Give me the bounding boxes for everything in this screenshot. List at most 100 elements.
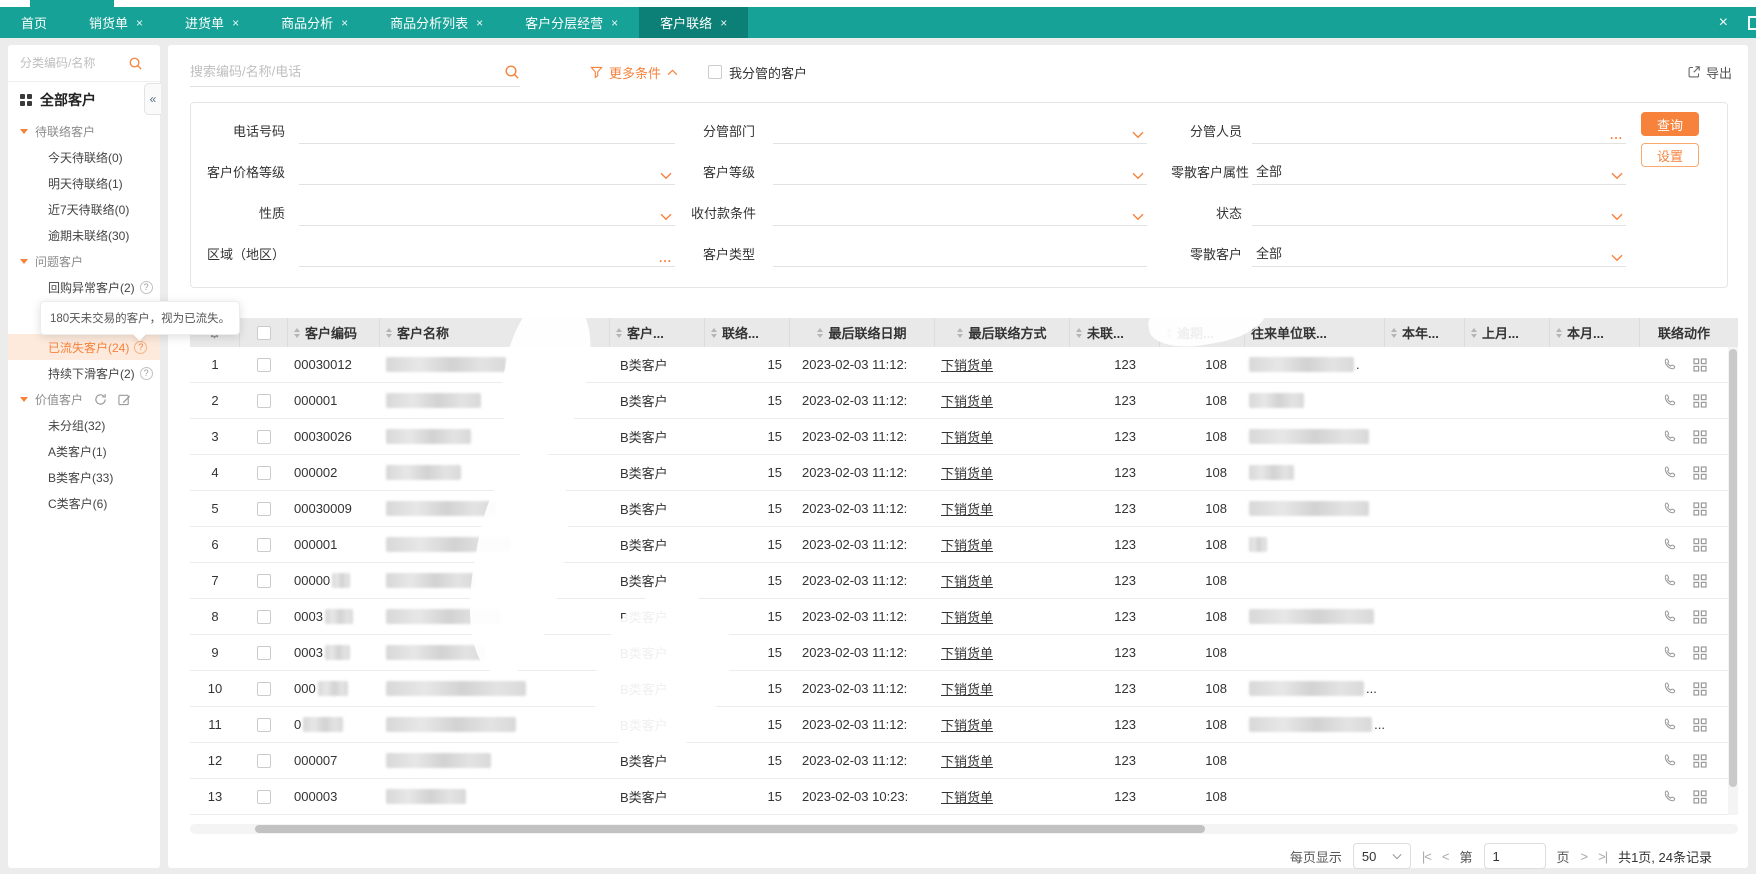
sidebar-item[interactable]: 回购异常客户(2)? xyxy=(8,274,160,300)
tab-close-icon[interactable]: × xyxy=(232,16,239,30)
tab-4[interactable]: 商品分析 × xyxy=(260,7,369,38)
first-page-button[interactable]: |< xyxy=(1422,849,1432,864)
row-checkbox[interactable] xyxy=(257,645,271,660)
sidebar-item[interactable]: 近7天待联络(0) xyxy=(8,196,160,222)
per-page-select[interactable]: 50 xyxy=(1352,843,1411,869)
last-contact-method-link[interactable]: 下销货单 xyxy=(941,535,993,554)
chevron-down-icon[interactable] xyxy=(1132,131,1144,139)
sidebar-item[interactable]: C类客户(6) xyxy=(8,490,160,516)
row-checkbox[interactable] xyxy=(257,357,271,372)
contact-record-icon[interactable] xyxy=(1662,357,1677,372)
sidebar-item-all-customers[interactable]: 全部客户 xyxy=(8,82,160,118)
filter-input[interactable] xyxy=(773,200,1147,226)
edit-icon[interactable] xyxy=(118,393,131,406)
last-contact-method-link[interactable]: 下销货单 xyxy=(941,607,993,626)
row-checkbox[interactable] xyxy=(257,789,271,804)
customer-search-input[interactable] xyxy=(190,64,498,79)
row-checkbox[interactable] xyxy=(257,573,271,588)
last-contact-method-link[interactable]: 下销货单 xyxy=(941,643,993,662)
select-all-checkbox[interactable] xyxy=(256,325,271,340)
contact-record-icon[interactable] xyxy=(1662,429,1677,444)
sort-icon[interactable] xyxy=(1391,327,1397,338)
last-contact-method-link[interactable]: 下销货单 xyxy=(941,427,993,446)
row-checkbox[interactable] xyxy=(257,501,271,516)
filter-input[interactable] xyxy=(1252,200,1626,226)
vertical-scrollbar[interactable] xyxy=(1728,347,1738,815)
contact-record-icon[interactable] xyxy=(1662,717,1677,732)
export-button[interactable]: 导出 xyxy=(1687,63,1732,82)
tab-close-icon[interactable]: × xyxy=(611,16,618,30)
checkbox-icon[interactable] xyxy=(708,65,723,79)
row-checkbox[interactable] xyxy=(257,681,271,696)
filter-input[interactable] xyxy=(773,118,1147,144)
sidebar-group-1[interactable]: 待联络客户 xyxy=(8,118,160,144)
tab-2[interactable]: 销货单 × xyxy=(68,7,164,38)
tab-1[interactable]: 首页 xyxy=(0,7,68,38)
contact-actions-grid-icon[interactable] xyxy=(1692,501,1707,516)
contact-record-icon[interactable] xyxy=(1662,681,1677,696)
chevron-down-icon[interactable] xyxy=(1132,172,1144,180)
filter-input[interactable]: ... xyxy=(1252,118,1626,144)
window-icon[interactable] xyxy=(1748,15,1756,30)
chevron-down-icon[interactable] xyxy=(1611,172,1623,180)
refresh-icon[interactable] xyxy=(94,393,107,406)
filter-input[interactable] xyxy=(773,241,1147,267)
contact-actions-grid-icon[interactable] xyxy=(1692,753,1707,768)
row-checkbox[interactable] xyxy=(257,393,271,408)
sidebar-item[interactable]: 明天待联络(1) xyxy=(8,170,160,196)
contact-record-icon[interactable] xyxy=(1662,465,1677,480)
filter-input[interactable] xyxy=(299,118,675,144)
contact-actions-grid-icon[interactable] xyxy=(1692,429,1707,444)
tab-7[interactable]: 客户联络 × xyxy=(639,7,749,38)
help-icon[interactable]: ? xyxy=(139,366,153,380)
last-contact-method-link[interactable]: 下销货单 xyxy=(941,391,993,410)
chevron-down-icon[interactable] xyxy=(660,172,672,180)
filter-input[interactable] xyxy=(299,159,675,185)
sidebar-item[interactable]: 未分组(32) xyxy=(8,412,160,438)
category-search-input[interactable] xyxy=(20,56,122,70)
sidebar-item[interactable]: 逾期未联络(30) xyxy=(8,222,160,248)
contact-actions-grid-icon[interactable] xyxy=(1692,645,1707,660)
chevron-down-icon[interactable] xyxy=(1611,254,1623,262)
more-filters-button[interactable]: 更多条件 xyxy=(590,63,678,82)
horizontal-scrollbar[interactable] xyxy=(190,824,1738,834)
filter-input[interactable]: ... xyxy=(299,241,675,267)
last-contact-method-link[interactable]: 下销货单 xyxy=(941,355,993,374)
row-checkbox[interactable] xyxy=(257,609,271,624)
prev-page-button[interactable]: < xyxy=(1442,849,1450,864)
horizontal-scrollbar-thumb[interactable] xyxy=(255,825,1205,833)
sort-icon[interactable] xyxy=(294,327,300,338)
row-checkbox[interactable] xyxy=(257,753,271,768)
sidebar-collapse-button[interactable]: « xyxy=(144,83,161,115)
contact-actions-grid-icon[interactable] xyxy=(1692,717,1707,732)
tab-close-icon[interactable]: × xyxy=(476,16,483,30)
sidebar-group-3[interactable]: 价值客户 xyxy=(8,386,160,412)
sidebar-item[interactable]: 持续下滑客户(2)? xyxy=(8,360,160,386)
last-contact-method-link[interactable]: 下销货单 xyxy=(941,499,993,518)
vertical-scrollbar-thumb[interactable] xyxy=(1729,349,1737,787)
contact-actions-grid-icon[interactable] xyxy=(1692,681,1707,696)
contact-actions-grid-icon[interactable] xyxy=(1692,789,1707,804)
tab-6[interactable]: 客户分层经营 × xyxy=(504,7,639,38)
ellipsis-icon[interactable]: ... xyxy=(659,252,672,264)
query-button[interactable]: 查询 xyxy=(1641,112,1699,136)
last-contact-method-link[interactable]: 下销货单 xyxy=(941,787,993,806)
tab-3[interactable]: 进货单 × xyxy=(164,7,260,38)
row-checkbox[interactable] xyxy=(257,465,271,480)
chevron-down-icon[interactable] xyxy=(1132,213,1144,221)
contact-actions-grid-icon[interactable] xyxy=(1692,357,1707,372)
contact-record-icon[interactable] xyxy=(1662,573,1677,588)
search-icon[interactable] xyxy=(504,64,520,80)
help-icon[interactable]: ? xyxy=(139,280,153,294)
filter-input[interactable] xyxy=(773,159,1147,185)
row-checkbox[interactable] xyxy=(257,429,271,444)
contact-record-icon[interactable] xyxy=(1662,537,1677,552)
contact-record-icon[interactable] xyxy=(1662,753,1677,768)
contact-actions-grid-icon[interactable] xyxy=(1692,393,1707,408)
contact-record-icon[interactable] xyxy=(1662,645,1677,660)
tab-close-icon[interactable]: × xyxy=(341,16,348,30)
sort-icon[interactable] xyxy=(1471,327,1477,338)
page-input[interactable] xyxy=(1483,843,1546,869)
sidebar-item[interactable]: 今天待联络(0) xyxy=(8,144,160,170)
help-icon[interactable]: ? xyxy=(134,340,148,354)
